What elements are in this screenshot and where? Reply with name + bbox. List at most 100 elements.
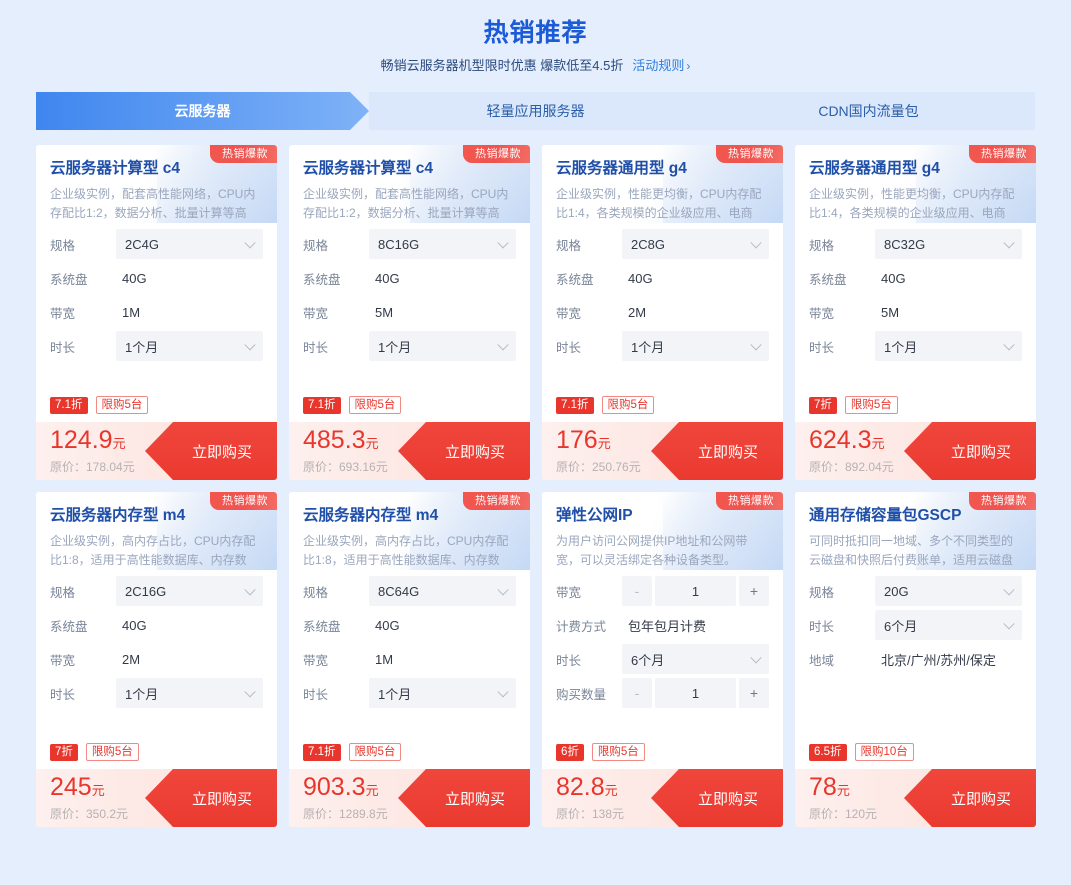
spec-select[interactable]: 1个月	[116, 331, 263, 361]
spec-select[interactable]: 6个月	[875, 610, 1022, 640]
price-group: 82.8元 原价：138元	[542, 774, 624, 822]
page-title: 热销推荐	[483, 19, 588, 47]
spec-select[interactable]: 1个月	[369, 331, 516, 361]
hot-sale-badge: 热销爆款	[463, 145, 530, 163]
spec-row: 系统盘 40G	[50, 610, 263, 640]
spec-select[interactable]: 8C64G	[369, 576, 516, 606]
buy-now-button[interactable]: 立即购买	[398, 769, 530, 827]
spec-row: 带宽 1M	[50, 297, 263, 327]
promo-tags: 7折 限购5台	[795, 392, 1036, 422]
spec-value: 1M	[122, 304, 141, 320]
buy-now-button[interactable]: 立即购买	[651, 769, 783, 827]
spec-select[interactable]: 2C16G	[116, 576, 263, 606]
stepper-increment-button[interactable]: +	[739, 678, 769, 708]
buy-now-button[interactable]: 立即购买	[145, 769, 277, 827]
spec-select[interactable]: 8C16G	[369, 229, 516, 259]
chevron-down-icon	[1003, 237, 1015, 249]
hot-sale-badge: 热销爆款	[716, 145, 783, 163]
price-group: 903.3元 原价：1289.8元	[289, 774, 388, 822]
tab-2[interactable]: CDN国内流量包	[702, 92, 1035, 130]
original-price: 原价：693.16元	[303, 460, 388, 474]
spec-list: 规格 2C16G 系统盘 40G 带宽 2M 时长 1个月	[36, 570, 277, 739]
spec-value: 40G	[122, 270, 147, 286]
spec-select[interactable]: 2C4G	[116, 229, 263, 259]
card-description: 企业级实例，性能更均衡，CPU内存配比1:4，各类规模的企业级应用、电商	[556, 187, 762, 220]
hot-sale-badge: 热销爆款	[969, 145, 1036, 163]
spec-value: 2M	[122, 651, 141, 667]
spec-label: 时长	[556, 340, 582, 355]
stepper-decrement-button[interactable]: -	[622, 678, 652, 708]
spec-list: 规格 2C4G 系统盘 40G 带宽 1M 时长 1个月	[36, 223, 277, 392]
stepper-increment-button[interactable]: +	[739, 576, 769, 606]
current-price: 245元	[50, 774, 128, 804]
buy-now-button[interactable]: 立即购买	[145, 422, 277, 480]
original-price: 原价：350.2元	[50, 807, 129, 821]
spec-label: 规格	[50, 238, 76, 253]
hot-sale-badge: 热销爆款	[463, 492, 530, 510]
promo-tags: 7.1折 限购5台	[289, 392, 530, 422]
spec-select[interactable]: 1个月	[116, 678, 263, 708]
chevron-down-icon	[244, 237, 256, 249]
chevron-down-icon	[750, 237, 762, 249]
chevron-down-icon	[750, 339, 762, 351]
tab-1[interactable]: 轻量应用服务器	[369, 92, 702, 130]
spec-select[interactable]: 8C32G	[875, 229, 1022, 259]
card-description: 企业级实例，性能更均衡，CPU内存配比1:4，各类规模的企业级应用、电商	[809, 187, 1015, 220]
spec-select[interactable]: 1个月	[369, 678, 516, 708]
product-card: 热销爆款 云服务器通用型 g4 企业级实例，性能更均衡，CPU内存配比1:4，各类规…	[795, 145, 1036, 480]
current-price: 485.3元	[303, 427, 388, 457]
spec-list: 规格 8C32G 系统盘 40G 带宽 5M 时长 1个月	[795, 223, 1036, 392]
buy-now-label: 立即购买	[191, 790, 252, 808]
card-header: 热销爆款 云服务器计算型 c4 企业级实例，配套高性能网络，CPU内存配比1:2，数…	[289, 145, 530, 223]
currency-unit: 元	[871, 436, 885, 451]
page-header: 热销推荐 畅销云服务器机型限时优惠 爆款低至4.5折 活动规则 ›	[0, 0, 1071, 76]
card-header: 热销爆款 云服务器内存型 m4 企业级实例，高内存占比，CPU内存配比1:8，适用于…	[36, 492, 277, 570]
spec-label: 计费方式	[556, 619, 607, 634]
spec-select-value: 8C32G	[884, 236, 926, 252]
spec-row: 地域 北京/广州/苏州/保定	[809, 644, 1022, 674]
discount-badge: 7.1折	[556, 396, 594, 414]
spec-select[interactable]: 1个月	[622, 331, 769, 361]
purchase-limit-badge: 限购5台	[348, 396, 402, 414]
buy-now-button[interactable]: 立即购买	[904, 769, 1036, 827]
chevron-down-icon	[1003, 584, 1015, 596]
stepper-decrement-button[interactable]: -	[622, 576, 652, 606]
spec-select[interactable]: 2C8G	[622, 229, 769, 259]
stepper-value[interactable]: 1	[655, 678, 736, 708]
promo-tags: 6.5折 限购10台	[795, 739, 1036, 769]
spec-select[interactable]: 6个月	[622, 644, 769, 674]
buy-now-label: 立即购买	[444, 443, 505, 461]
card-header: 热销爆款 云服务器计算型 c4 企业级实例，配套高性能网络，CPU内存配比1:2，数…	[36, 145, 277, 223]
buy-now-button[interactable]: 立即购买	[398, 422, 530, 480]
spec-label: 带宽	[556, 585, 582, 600]
spec-label: 系统盘	[50, 272, 88, 287]
stepper-value[interactable]: 1	[655, 576, 736, 606]
buy-now-label: 立即购买	[697, 443, 758, 461]
spec-select-value: 1个月	[631, 339, 665, 355]
spec-select[interactable]: 20G	[875, 576, 1022, 606]
tab-0[interactable]: 云服务器	[36, 92, 369, 130]
spec-label: 时长	[303, 340, 329, 355]
spec-select-value: 1个月	[378, 339, 412, 355]
current-price-value: 903.3	[303, 773, 366, 801]
spec-row: 规格 8C32G	[809, 229, 1022, 259]
buy-now-button[interactable]: 立即购买	[904, 422, 1036, 480]
spec-label: 购买数量	[556, 687, 607, 702]
purchase-limit-badge: 限购5台	[85, 743, 139, 761]
spec-row: 时长 6个月	[809, 610, 1022, 640]
spec-row: 带宽 1M	[303, 644, 516, 674]
discount-badge: 6.5折	[809, 743, 847, 761]
original-price: 原价：1289.8元	[303, 807, 388, 821]
card-description: 企业级实例，高内存占比，CPU内存配比1:8，适用于高性能数据库、内存数	[50, 534, 256, 567]
price-band: 903.3元 原价：1289.8元 立即购买	[289, 769, 530, 827]
buy-now-button[interactable]: 立即购买	[651, 422, 783, 480]
spec-value: 5M	[375, 304, 394, 320]
spec-value: 40G	[122, 617, 147, 633]
tab-label: 云服务器	[174, 103, 231, 119]
spec-select[interactable]: 1个月	[875, 331, 1022, 361]
spec-row: 规格 2C8G	[556, 229, 769, 259]
currency-unit: 元	[597, 436, 611, 451]
price-band: 245元原价：350.2元 立即购买	[36, 769, 277, 827]
activity-rules-link[interactable]: 活动规则	[632, 58, 684, 73]
chevron-down-icon	[244, 339, 256, 351]
